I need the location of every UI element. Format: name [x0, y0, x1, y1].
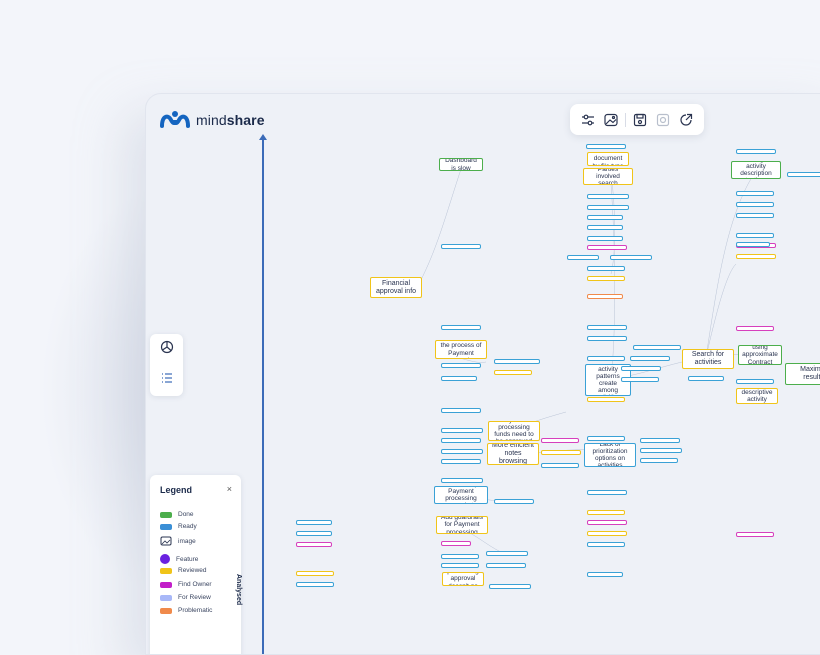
mindmap-leaf-node[interactable]: [486, 551, 528, 556]
mindmap-leaf-node[interactable]: [441, 554, 479, 559]
mindmap-leaf-node[interactable]: [441, 244, 481, 249]
mindmap-leaf-node[interactable]: [587, 276, 625, 281]
mindmap-leaf-node[interactable]: [296, 520, 332, 525]
mindmap-leaf-node[interactable]: [587, 542, 625, 547]
mindmap-leaf-node[interactable]: [640, 438, 680, 443]
mindmap-leaf-node[interactable]: [787, 172, 820, 177]
mindmap-leaf-node[interactable]: [441, 376, 477, 381]
mindmap-edges: [415, 165, 765, 555]
mindmap-leaf-node[interactable]: [494, 370, 532, 375]
mindmap-node[interactable]: Dashboard is slow: [439, 158, 483, 171]
mindmap-leaf-node[interactable]: [541, 450, 581, 455]
mindmap-leaf-node[interactable]: [587, 245, 627, 250]
mindmap-leaf-node[interactable]: [587, 236, 623, 241]
mindmap-leaf-node[interactable]: [587, 436, 625, 441]
mindmap-leaf-node[interactable]: [736, 149, 776, 154]
mindmap-leaf-node[interactable]: [736, 326, 774, 331]
mindmap-leaf-node[interactable]: [633, 345, 681, 350]
mindmap-node[interactable]: Payment processing approval doesn't go a…: [442, 572, 484, 586]
mindmap-leaf-node[interactable]: [587, 356, 625, 361]
mindmap-leaf-node[interactable]: [736, 213, 774, 218]
mindmap-leaf-node[interactable]: [541, 438, 579, 443]
mindmap-leaf-node[interactable]: [640, 448, 682, 453]
mindmap-node[interactable]: Parties involved search: [583, 168, 633, 185]
mindmap-leaf-node[interactable]: [541, 463, 579, 468]
mindmap-leaf-node[interactable]: [736, 254, 776, 259]
mindmap-leaf-node[interactable]: [441, 563, 479, 568]
mindmap-leaf-node[interactable]: [610, 255, 652, 260]
mindmap-node[interactable]: Add guardrails for Payment processing: [436, 516, 488, 534]
mindmap-leaf-node[interactable]: [587, 520, 627, 525]
mindmap-leaf-node[interactable]: [587, 205, 629, 210]
mindmap-node[interactable]: Lack of prioritization options on activi…: [584, 443, 636, 467]
mindmap-leaf-node[interactable]: [587, 215, 623, 220]
mindmap-node[interactable]: Maximum se results is 2: [785, 363, 820, 385]
mindmap-node[interactable]: Search using approximate Contract name: [738, 345, 782, 365]
mindmap-node[interactable]: Shrink down the process of Payment proce…: [435, 340, 487, 359]
mindmap-node[interactable]: More descriptive activity name: [736, 388, 778, 404]
mindmap-leaf-node[interactable]: [688, 376, 724, 381]
mindmap-leaf-node[interactable]: [587, 572, 623, 577]
mindmap-canvas[interactable]: mindshare Legend × Done Ready image Feature…: [145, 93, 820, 655]
mindmap-leaf-node[interactable]: [587, 490, 627, 495]
mindmap-leaf-node[interactable]: [587, 531, 627, 536]
mindmap-leaf-node[interactable]: [441, 428, 483, 433]
mindmap-node[interactable]: Cannot skip Payment processing approval …: [434, 486, 488, 504]
mindmap-leaf-node[interactable]: [736, 233, 774, 238]
mindmap-leaf-node[interactable]: [567, 255, 599, 260]
mindmap-leaf-node[interactable]: [640, 458, 678, 463]
mindmap-leaf-node[interactable]: [736, 379, 774, 384]
mindmap-node[interactable]: More efficient notes browsing: [487, 443, 539, 465]
mindmap-leaf-node[interactable]: [736, 191, 774, 196]
mindmap-leaf-node[interactable]: [296, 531, 332, 536]
mindmap-leaf-node[interactable]: [296, 542, 332, 547]
mindmap-leaf-node[interactable]: [441, 438, 481, 443]
mindmap-leaf-node[interactable]: [587, 510, 625, 515]
mindmap-leaf-node[interactable]: [587, 225, 623, 230]
mindmap-leaf-node[interactable]: [621, 377, 659, 382]
mindmap-leaf-node[interactable]: [587, 325, 627, 330]
mindmap-leaf-node[interactable]: [587, 336, 627, 341]
mindmap-leaf-node[interactable]: [736, 242, 770, 247]
mindmap-leaf-node[interactable]: [494, 499, 534, 504]
mindmap-node[interactable]: Enlarge activity description textbox: [731, 161, 781, 179]
mindmap-leaf-node[interactable]: [486, 563, 526, 568]
mindmap-node[interactable]: Financial approval info: [370, 277, 422, 298]
mindmap-leaf-node[interactable]: [587, 397, 625, 402]
mindmap-leaf-node[interactable]: [441, 459, 481, 464]
mindmap-leaf-node[interactable]: [587, 194, 629, 199]
mindmap-node[interactable]: Payment processing funds need to be appr…: [488, 421, 540, 441]
mindmap-leaf-node[interactable]: [736, 532, 774, 537]
mindmap-leaf-node[interactable]: [587, 266, 625, 271]
mindmap-node[interactable]: Search for activities: [682, 349, 734, 369]
mindmap-leaf-node[interactable]: [441, 478, 483, 483]
mindmap-leaf-node[interactable]: [296, 582, 334, 587]
mindmap-leaf-node[interactable]: [296, 571, 334, 576]
mindmap-leaf-node[interactable]: [489, 584, 531, 589]
mindmap-leaf-node[interactable]: [630, 356, 670, 361]
mindmap-leaf-node[interactable]: [441, 325, 481, 330]
mindmap-leaf-node[interactable]: [587, 294, 623, 299]
mindmap-leaf-node[interactable]: [441, 541, 471, 546]
mindmap-leaf-node[interactable]: [441, 363, 481, 368]
mindmap-leaf-node[interactable]: [494, 359, 540, 364]
mindmap-node[interactable]: Search document by file type: [587, 152, 629, 166]
mindmap-leaf-node[interactable]: [586, 144, 626, 149]
mindmap-leaf-node[interactable]: [441, 449, 483, 454]
mindmap-leaf-node[interactable]: [736, 202, 774, 207]
mindmap-leaf-node[interactable]: [441, 408, 481, 413]
mindmap-leaf-node[interactable]: [621, 366, 661, 371]
